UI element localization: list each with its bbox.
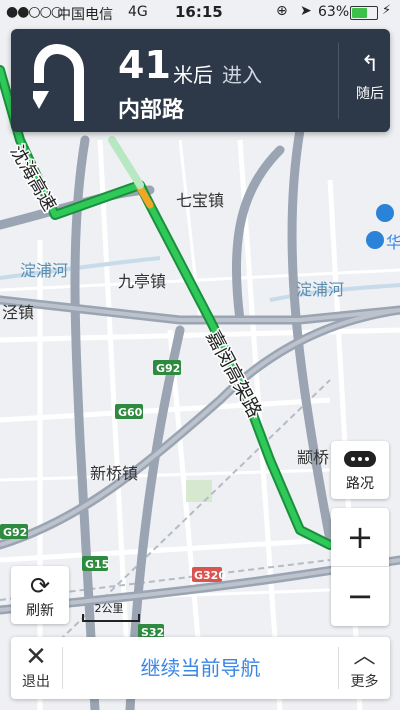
zoom-out-button[interactable]: − — [331, 576, 389, 616]
poi-icon[interactable] — [376, 204, 394, 222]
scale-bar — [82, 614, 140, 622]
refresh-button[interactable]: ⟳ 刷新 — [11, 566, 69, 624]
more-label: 更多 — [350, 674, 379, 690]
turn-left-icon: ↰ — [360, 52, 380, 77]
distance-value: 41 — [118, 43, 171, 87]
carrier-name: 中国电信 — [57, 7, 113, 23]
status-bar: ●●○○○ 中国电信 4G 16:15 ⊕ ➤ 63% ⚡ — [0, 0, 400, 24]
charging-icon: ⚡ — [382, 3, 392, 18]
map-label-hongqiao: 颛桥 — [297, 448, 329, 467]
maneuver-action: 进入 — [222, 63, 262, 87]
map-label-dianpu-east: 淀浦河 — [296, 280, 344, 299]
bottom-action-bar: ✕ 退出 继续当前导航 ︿ 更多 — [11, 637, 390, 699]
zoom-divider — [331, 566, 389, 567]
rotation-lock-icon: ⊕ — [276, 3, 288, 19]
network-type: 4G — [128, 4, 148, 20]
zoom-control: + − — [331, 508, 389, 626]
traffic-button[interactable]: 路况 — [331, 441, 389, 499]
next-turn-preview: ↰ 随后 — [347, 53, 393, 103]
shield-g92: G92 — [156, 362, 180, 375]
continue-navigation-button[interactable]: 继续当前导航 — [63, 637, 338, 699]
refresh-label: 刷新 — [26, 603, 54, 619]
battery-percent: 63% — [318, 4, 350, 20]
shield-g92-west: G92 — [3, 526, 27, 539]
map-label-xinqiao: 新桥镇 — [90, 464, 138, 483]
map-label-qibao: 七宝镇 — [176, 191, 224, 210]
next-road-name: 内部路 — [118, 98, 185, 123]
shield-g60: G60 — [118, 406, 143, 419]
close-icon: ✕ — [25, 642, 47, 672]
exit-button[interactable]: ✕ 退出 — [11, 643, 61, 691]
signal-strength: ●●○○○ — [6, 4, 63, 20]
traffic-label: 路况 — [346, 476, 374, 492]
chevron-up-icon: ︿ — [353, 644, 376, 669]
card-divider — [338, 43, 339, 119]
map-label-jiuting: 九亭镇 — [118, 272, 166, 291]
location-icon: ➤ — [300, 3, 312, 19]
map-label-sijing: 泾镇 — [2, 303, 34, 322]
zoom-in-button[interactable]: + — [331, 517, 389, 557]
next-turn-label: 随后 — [356, 86, 384, 102]
map-label-hua: 华 — [386, 233, 400, 252]
exit-label: 退出 — [22, 674, 50, 690]
distance-unit: 米后 — [173, 63, 213, 87]
map-label-dianpu-west: 淀浦河 — [20, 261, 68, 280]
poi-icon[interactable] — [366, 231, 384, 249]
traffic-icon — [344, 451, 376, 467]
clock: 16:15 — [175, 3, 223, 21]
turn-guidance-card: 41 米后 进入 内部路 ↰ 随后 — [11, 29, 390, 132]
more-button[interactable]: ︿ 更多 — [339, 643, 390, 691]
battery-icon — [350, 6, 378, 20]
u-turn-icon — [33, 43, 84, 121]
shield-g320: G320 — [194, 569, 226, 582]
refresh-icon: ⟳ — [29, 572, 51, 600]
shield-g15: G15 — [85, 558, 109, 571]
map-scale: 2公里 — [82, 600, 142, 622]
